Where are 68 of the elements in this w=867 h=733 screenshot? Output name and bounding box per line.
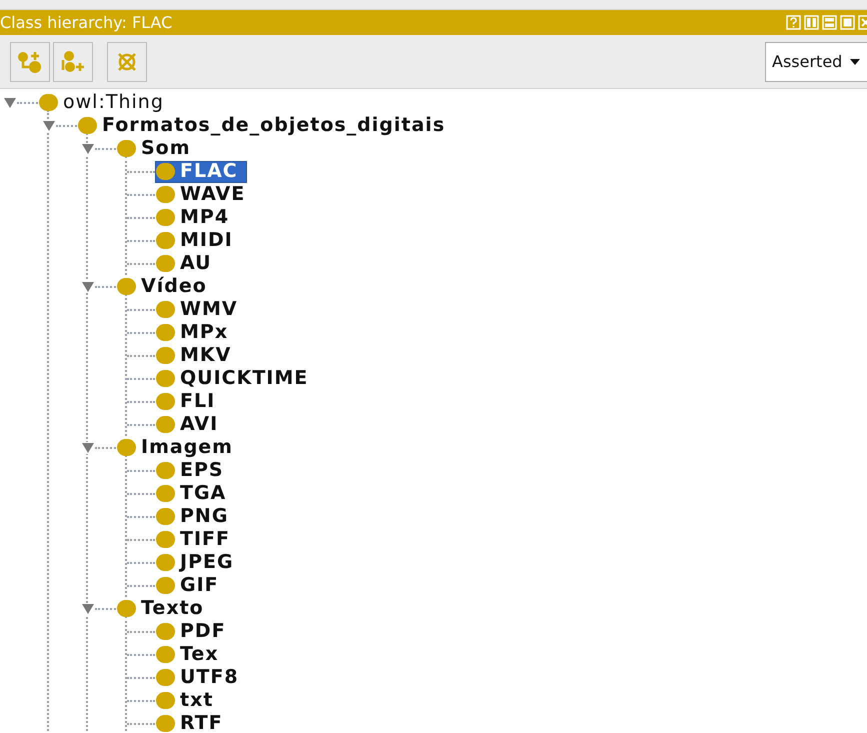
tree-item[interactable]: Som [116, 138, 200, 160]
maximize-icon[interactable] [840, 15, 855, 30]
class-icon [78, 117, 97, 134]
panel-title: Class hierarchy: FLAC [0, 12, 172, 34]
tree-item[interactable]: RTF [155, 712, 232, 733]
class-icon [156, 370, 175, 387]
class-icon [156, 301, 175, 318]
class-icon [156, 347, 175, 364]
split-vertical-icon[interactable] [804, 15, 819, 30]
class-icon [156, 255, 175, 272]
tree-item[interactable]: Vídeo [116, 276, 216, 298]
tree-item[interactable]: WMV [155, 298, 247, 320]
add-sibling-button[interactable] [53, 42, 93, 82]
class-icon [156, 485, 175, 502]
tree-item[interactable]: WAVE [155, 184, 254, 206]
tree-item[interactable]: QUICKTIME [155, 368, 318, 390]
class-icon [117, 439, 136, 456]
tree-item[interactable]: MIDI [155, 230, 242, 252]
class-icon [117, 140, 136, 157]
class-icon [156, 531, 175, 548]
tree-item[interactable]: FLAC [155, 160, 247, 182]
tree-item[interactable]: GIF [155, 574, 228, 596]
tree-item[interactable]: FLI [155, 390, 224, 412]
class-icon [156, 186, 175, 203]
class-icon [39, 94, 58, 111]
class-icon [156, 577, 175, 594]
delete-class-button[interactable] [107, 42, 147, 82]
tree-item[interactable]: Texto [116, 598, 213, 620]
class-icon [117, 278, 136, 295]
tree-item[interactable]: Imagem [116, 436, 242, 458]
tree-item[interactable]: EPS [155, 460, 233, 482]
tree-item[interactable]: PNG [155, 506, 238, 528]
tree-item[interactable]: PDF [155, 620, 235, 642]
tree-item[interactable]: owl:Thing [38, 92, 173, 114]
tree-item[interactable]: TIFF [155, 528, 239, 550]
class-icon [156, 508, 175, 525]
tree-item[interactable]: AVI [155, 414, 228, 436]
class-icon [156, 209, 175, 226]
tree-item[interactable]: Formatos_de_objetos_digitais [77, 114, 454, 136]
class-icon [156, 416, 175, 433]
add-subclass-icon [17, 50, 43, 74]
tree-item[interactable]: Tex [155, 644, 228, 666]
class-icon [156, 163, 175, 180]
tree-item[interactable]: TGA [155, 482, 236, 504]
class-icon [117, 600, 136, 617]
tree-item[interactable]: MKV [155, 344, 240, 366]
tree-item[interactable]: MP4 [155, 206, 238, 228]
view-dropdown[interactable]: Asserted [765, 42, 867, 82]
tree-item[interactable]: JPEG [155, 552, 243, 574]
class-icon [156, 623, 175, 640]
class-icon [156, 324, 175, 341]
split-horizontal-icon[interactable] [822, 15, 837, 30]
class-icon [156, 715, 175, 732]
tree-item[interactable]: UTF8 [155, 666, 248, 688]
add-sibling-icon [60, 50, 86, 74]
class-icon [156, 669, 175, 686]
help-icon[interactable] [786, 15, 801, 30]
tree-item[interactable]: AU [155, 252, 221, 274]
class-icon [156, 646, 175, 663]
add-subclass-button[interactable] [10, 42, 50, 82]
class-icon [156, 393, 175, 410]
class-icon [156, 554, 175, 571]
caret-icon [850, 58, 860, 64]
tree-item[interactable]: txt [155, 690, 222, 712]
class-icon [156, 232, 175, 249]
class-icon [156, 462, 175, 479]
class-icon [156, 692, 175, 709]
tree-item[interactable]: MPx [155, 322, 238, 344]
